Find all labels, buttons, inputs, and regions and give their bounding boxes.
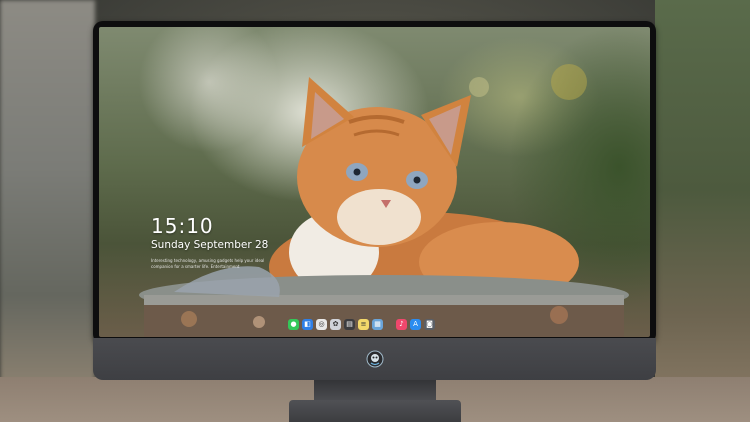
screen-wallpaper: 15:10 Sunday September 28 Interesting te…: [99, 27, 650, 337]
finder-icon[interactable]: ◧: [302, 318, 313, 330]
monitor-stand-base: [289, 400, 461, 422]
dock: ● ◧ ◎ ✿ ▤ ≡ ▦ ♪ A ◙: [288, 317, 435, 331]
lockscreen-clock: 15:10: [151, 214, 214, 238]
preview-icon[interactable]: ▦: [372, 318, 383, 330]
monitor-stand-neck: [314, 380, 436, 402]
music-icon[interactable]: ♪: [396, 318, 407, 330]
clapper-icon[interactable]: ▤: [344, 318, 355, 330]
notes-icon[interactable]: ≡: [358, 318, 369, 330]
messages-icon[interactable]: ●: [288, 318, 299, 330]
lockscreen-tagline: Interesting technology, amusing gadgets …: [151, 258, 265, 269]
lockscreen-date: Sunday September 28: [151, 239, 269, 251]
brand-logo-icon: [366, 350, 384, 368]
safari-icon[interactable]: ◎: [316, 318, 327, 330]
background-left-blur: [0, 0, 95, 422]
camera-icon[interactable]: ◙: [424, 318, 435, 330]
kitten-wallpaper-image: [139, 64, 629, 337]
app-store-icon[interactable]: A: [410, 318, 421, 330]
photos-icon[interactable]: ✿: [330, 318, 341, 330]
background-right-blur: [655, 0, 750, 422]
